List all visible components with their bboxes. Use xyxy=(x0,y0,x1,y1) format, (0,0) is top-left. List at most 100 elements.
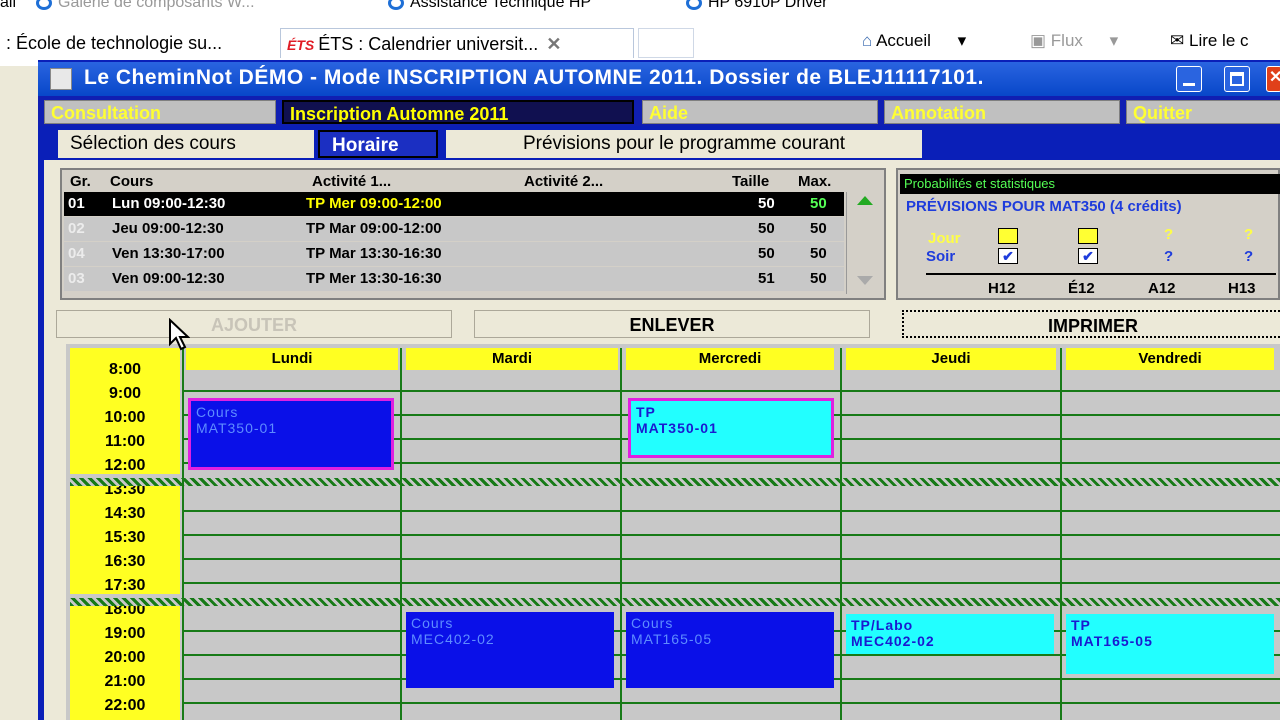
unknown-jour-a12: ? xyxy=(1164,226,1174,243)
grid-line xyxy=(182,558,1280,560)
lunch-break-divider xyxy=(70,478,1280,486)
chevron-down-icon[interactable]: ▾ xyxy=(1110,31,1119,50)
time-label: 15:30 xyxy=(104,529,146,546)
supper-break-divider xyxy=(70,598,1280,606)
window-title: Le CheminNot DÉMO - Mode INSCRIPTION AUT… xyxy=(84,66,984,89)
close-icon[interactable]: ✕ xyxy=(546,34,561,54)
unknown-jour-h13: ? xyxy=(1244,226,1254,243)
checkbox-jour-h12[interactable] xyxy=(998,228,1018,244)
time-label: 16:30 xyxy=(104,553,146,570)
check-icon: ✔ xyxy=(1082,248,1094,264)
checkbox-soir-h12[interactable]: ✔ xyxy=(998,248,1018,264)
bookmark-item[interactable]: Assistance Technique HP xyxy=(388,0,591,12)
day-header-mercredi: Mercredi xyxy=(626,348,834,370)
grid-vline xyxy=(1060,348,1062,720)
time-separator xyxy=(70,474,180,478)
scroll-up-icon[interactable] xyxy=(857,196,873,205)
col-header-activite1: Activité 1... xyxy=(312,173,392,190)
time-label: 22:00 xyxy=(104,697,146,714)
table-row[interactable]: 01 Lun 09:00-12:30 TP Mer 09:00-12:00 50… xyxy=(64,192,844,216)
bookmark-item[interactable]: Galerie de composants W... xyxy=(36,0,255,12)
term-axis xyxy=(926,273,1276,275)
time-label: 8:00 xyxy=(108,361,142,378)
print-button[interactable]: IMPRIMER xyxy=(902,310,1280,338)
close-icon: ✕ xyxy=(1269,69,1280,86)
course-block[interactable]: TP/Labo MEC402-02 xyxy=(846,614,1054,654)
table-row[interactable]: 03 Ven 09:00-12:30 TP Mer 13:30-16:30 51… xyxy=(64,267,844,291)
scroll-down-icon[interactable] xyxy=(857,276,873,285)
grid-line xyxy=(182,534,1280,536)
add-button[interactable]: AJOUTER xyxy=(56,310,452,338)
col-header-cours: Cours xyxy=(110,173,154,190)
tab-selection-cours[interactable]: Sélection des cours xyxy=(58,130,314,158)
time-label: 12:00 xyxy=(104,457,146,474)
grid-vline xyxy=(182,348,184,720)
new-tab-button[interactable] xyxy=(638,28,694,58)
table-row[interactable]: 02 Jeu 09:00-12:30 TP Mar 09:00-12:00 50… xyxy=(64,217,844,241)
time-label: 21:00 xyxy=(104,673,146,690)
bookmark-item[interactable]: ail xyxy=(0,0,16,12)
time-label: 14:30 xyxy=(104,505,146,522)
home-icon: ⌂ xyxy=(862,31,873,50)
unknown-soir-a12: ? xyxy=(1164,248,1174,265)
grid-vline xyxy=(400,348,402,720)
bookmark-item[interactable]: HP 6910P Driver xyxy=(686,0,827,12)
time-label: 19:00 xyxy=(104,625,146,642)
rss-icon: ▣ xyxy=(1030,31,1047,50)
chevron-down-icon[interactable]: ▾ xyxy=(958,31,967,50)
minimize-button[interactable] xyxy=(1176,66,1202,92)
time-label: 17:30 xyxy=(104,577,146,594)
checkbox-jour-e12[interactable] xyxy=(1078,228,1098,244)
menu-consultation[interactable]: Consultation xyxy=(44,100,276,124)
course-block[interactable]: Cours MAT165-05 xyxy=(626,612,834,688)
unknown-soir-h13: ? xyxy=(1244,248,1254,265)
grid-line xyxy=(182,702,1280,704)
course-block[interactable]: Cours MAT350-01 xyxy=(188,398,394,470)
course-block[interactable]: TP MAT165-05 xyxy=(1066,614,1274,674)
read-mail-button[interactable]: ✉ Lire le c xyxy=(1170,28,1249,54)
table-row[interactable]: 04 Ven 13:30-17:00 TP Mar 13:30-16:30 50… xyxy=(64,242,844,266)
course-block[interactable]: Cours MEC402-02 xyxy=(406,612,614,688)
time-label: 9:00 xyxy=(108,385,142,402)
minimize-icon xyxy=(1183,83,1195,86)
menu-annotation[interactable]: Annotation xyxy=(884,100,1120,124)
label-jour: Jour xyxy=(928,230,961,247)
menu-inscription[interactable]: Inscription Automne 2011 xyxy=(282,100,634,124)
tab-previsions[interactable]: Prévisions pour le programme courant xyxy=(446,130,922,158)
table-scrollbar[interactable] xyxy=(846,192,882,294)
remove-button[interactable]: ENLEVER xyxy=(474,310,870,338)
browser-tab-active[interactable]: ÉTS ÉTS : Calendrier universit... ✕ xyxy=(280,28,634,58)
menu-aide[interactable]: Aide xyxy=(642,100,878,124)
tab-horaire[interactable]: Horaire xyxy=(318,130,438,158)
ie-icon xyxy=(36,0,52,10)
checkbox-soir-e12[interactable]: ✔ xyxy=(1078,248,1098,264)
java-icon xyxy=(50,68,72,90)
day-header-mardi: Mardi xyxy=(406,348,618,370)
maximize-button[interactable] xyxy=(1224,66,1250,92)
term-label: H12 xyxy=(988,280,1016,297)
col-header-activite2: Activité 2... xyxy=(524,173,604,190)
check-icon: ✔ xyxy=(1002,248,1014,264)
time-label: 20:00 xyxy=(104,649,146,666)
ets-logo-icon: ÉTS xyxy=(287,37,315,53)
menu-quitter[interactable]: Quitter xyxy=(1126,100,1280,124)
browser-tab[interactable]: : École de technologie su... xyxy=(0,28,278,58)
home-button[interactable]: ⌂ Accueil ▾ xyxy=(862,28,966,54)
grid-line xyxy=(182,390,1280,392)
close-button[interactable]: ✕ xyxy=(1266,66,1280,92)
feeds-button[interactable]: ▣ Flux ▾ xyxy=(1030,28,1118,54)
ie-icon xyxy=(686,0,702,10)
maximize-icon xyxy=(1230,72,1244,86)
col-header-taille: Taille xyxy=(732,173,770,190)
col-header-gr: Gr. xyxy=(70,173,91,190)
stats-title: PRÉVISIONS POUR MAT350 (4 crédits) xyxy=(906,198,1182,215)
mouse-cursor-icon xyxy=(169,318,190,351)
term-label: A12 xyxy=(1148,280,1176,297)
time-label: 10:00 xyxy=(104,409,146,426)
course-block[interactable]: TP MAT350-01 xyxy=(628,398,834,458)
day-header-lundi: Lundi xyxy=(186,348,398,370)
term-label: H13 xyxy=(1228,280,1256,297)
grid-line xyxy=(182,582,1280,584)
col-header-max: Max. xyxy=(798,173,832,190)
grid-vline xyxy=(620,348,622,720)
